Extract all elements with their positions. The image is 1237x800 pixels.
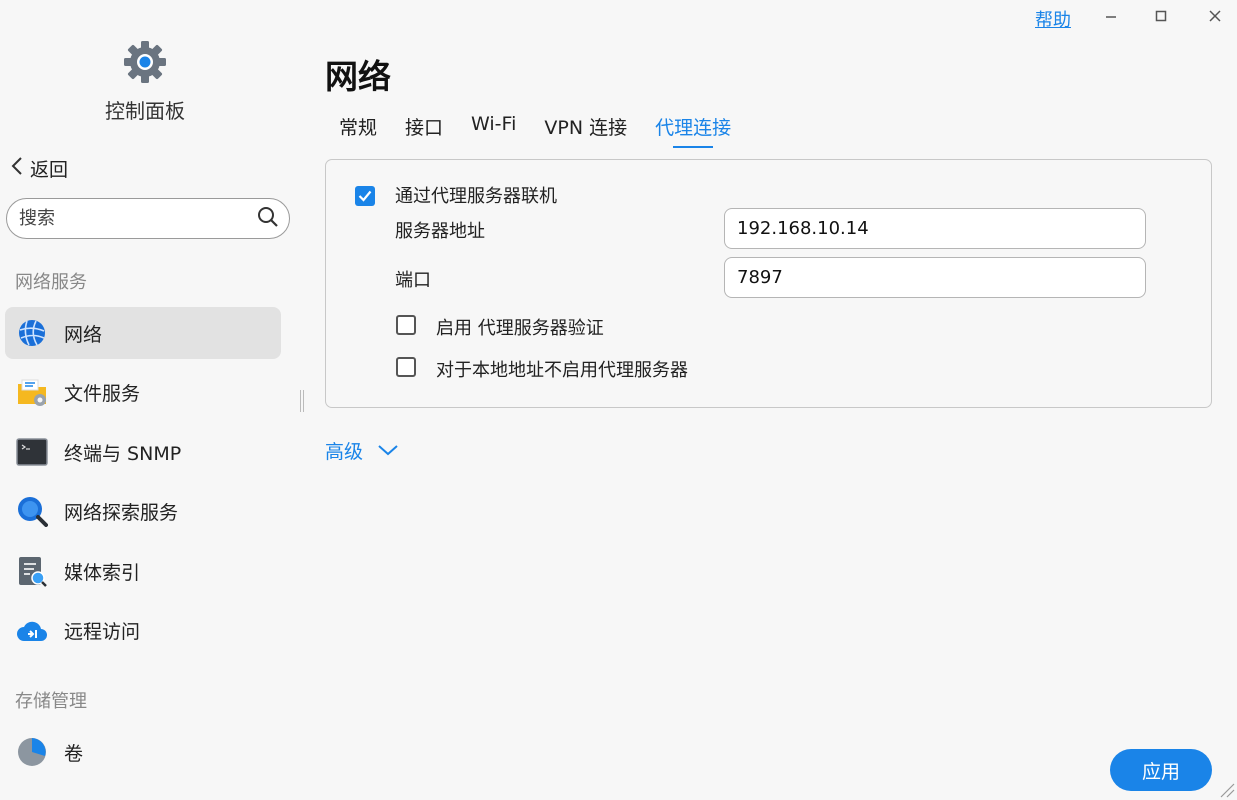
bypass-local-label: 对于本地地址不启用代理服务器 xyxy=(436,360,688,381)
advanced-toggle[interactable]: 高级 xyxy=(325,437,399,464)
close-icon[interactable] xyxy=(1205,6,1225,26)
sidebar-item-media-index[interactable]: 媒体索引 xyxy=(5,545,281,597)
server-address-label: 服务器地址 xyxy=(395,221,485,242)
proxy-settings-panel: 通过代理服务器联机 服务器地址 端口 启用 代理服务器验证 对于本地地址不启用代… xyxy=(325,159,1212,408)
sidebar-item-network-discovery[interactable]: 网络探索服务 xyxy=(5,485,281,537)
help-link[interactable]: 帮助 xyxy=(1035,6,1071,32)
port-label: 端口 xyxy=(395,270,431,291)
proxy-auth-label: 启用 代理服务器验证 xyxy=(436,318,604,339)
maximize-icon[interactable] xyxy=(1151,6,1171,26)
use-proxy-checkbox[interactable] xyxy=(355,186,375,206)
brand-title: 控制面板 xyxy=(105,99,185,123)
checkmark-icon xyxy=(358,190,372,202)
chevron-down-icon xyxy=(377,440,399,462)
back-button[interactable]: 返回 xyxy=(10,155,68,182)
advanced-label: 高级 xyxy=(325,441,364,463)
tab-interface[interactable]: 接口 xyxy=(405,113,443,148)
sidebar-item-label: 卷 xyxy=(64,742,84,765)
media-index-icon xyxy=(16,555,48,587)
proxy-auth-checkbox[interactable] xyxy=(396,315,416,335)
use-proxy-label: 通过代理服务器联机 xyxy=(395,186,557,207)
sidebar-item-label: 文件服务 xyxy=(64,382,141,405)
server-address-field[interactable] xyxy=(724,208,1146,249)
sidebar-item-label: 终端与 SNMP xyxy=(64,442,182,465)
search-box xyxy=(6,198,290,239)
tab-proxy[interactable]: 代理连接 xyxy=(655,113,731,148)
gear-icon xyxy=(123,40,167,84)
folder-gear-icon xyxy=(16,376,48,408)
chevron-left-icon xyxy=(10,156,24,181)
cloud-icon xyxy=(16,614,48,646)
bypass-local-checkbox[interactable] xyxy=(396,357,416,377)
sidebar-item-network[interactable]: 网络 xyxy=(5,307,281,359)
volume-icon xyxy=(16,736,48,768)
tab-bar: 常规 接口 Wi-Fi VPN 连接 代理连接 xyxy=(339,113,759,148)
sidebar-item-terminal-snmp[interactable]: 终端与 SNMP xyxy=(5,426,281,478)
search-icon[interactable] xyxy=(257,206,279,232)
tab-general[interactable]: 常规 xyxy=(339,113,377,148)
sidebar-item-label: 媒体索引 xyxy=(64,561,141,584)
minimize-icon[interactable] xyxy=(1101,6,1121,26)
resize-grip-icon[interactable] xyxy=(1217,780,1235,798)
sidebar-item-label: 网络探索服务 xyxy=(64,501,179,524)
tab-vpn[interactable]: VPN 连接 xyxy=(544,113,627,148)
sidebar: 控制面板 返回 网络服务 网络 xyxy=(0,0,296,800)
back-label: 返回 xyxy=(30,159,69,181)
sidebar-item-label: 远程访问 xyxy=(64,620,141,643)
discovery-icon xyxy=(16,495,48,527)
sidebar-item-file-services[interactable]: 文件服务 xyxy=(5,366,281,418)
section-storage-management: 存储管理 xyxy=(15,691,87,712)
port-field[interactable] xyxy=(724,257,1146,298)
apply-button[interactable]: 应用 xyxy=(1110,749,1212,791)
sidebar-resize-handle[interactable] xyxy=(300,390,304,412)
terminal-icon xyxy=(16,436,48,468)
globe-icon xyxy=(16,317,48,349)
sidebar-item-remote-access[interactable]: 远程访问 xyxy=(5,604,281,656)
page-title: 网络 xyxy=(325,57,391,96)
tab-wifi[interactable]: Wi-Fi xyxy=(471,113,516,148)
section-network-services: 网络服务 xyxy=(15,272,87,293)
sidebar-item-label: 网络 xyxy=(64,323,103,346)
sidebar-item-volume[interactable]: 卷 xyxy=(5,726,281,778)
search-input[interactable] xyxy=(19,208,257,229)
